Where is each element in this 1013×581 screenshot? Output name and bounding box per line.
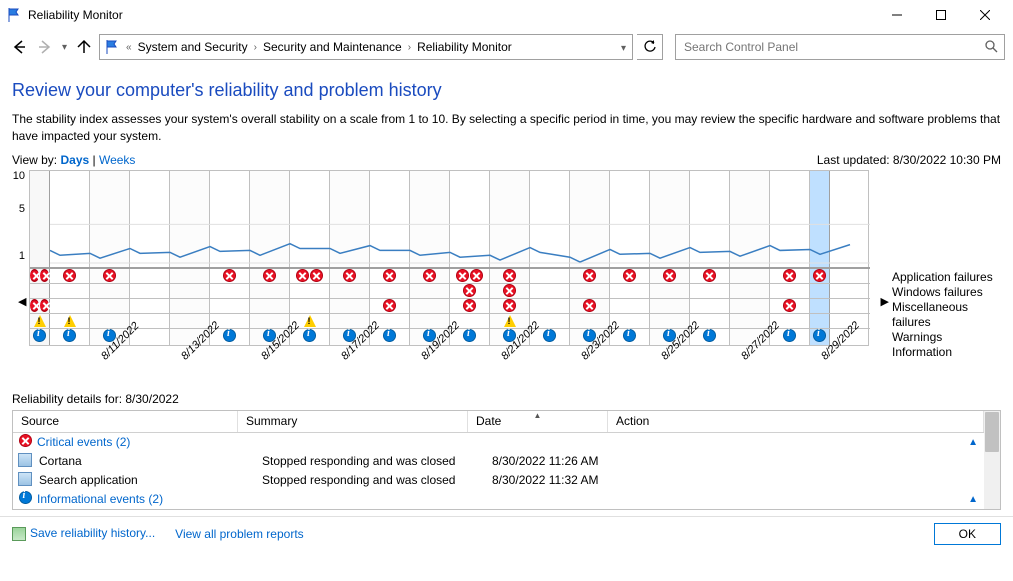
chart-scroll-left[interactable]: ◀ (18, 295, 26, 308)
chevron-right-icon: › (252, 42, 259, 53)
col-summary[interactable]: Summary (238, 411, 468, 432)
titlebar: Reliability Monitor (0, 0, 1013, 30)
detail-row[interactable]: Cortana Stopped responding and was close… (13, 452, 984, 471)
info-icon (19, 491, 32, 504)
breadcrumb-system-security[interactable]: System and Security (134, 40, 252, 54)
legend-warnings: Warnings (892, 330, 1001, 345)
chevron-right-icon: › (406, 42, 413, 53)
view-weeks-link[interactable]: Weeks (99, 153, 135, 167)
minimize-button[interactable] (875, 1, 919, 29)
page-description: The stability index assesses your system… (12, 111, 1001, 145)
scrollbar-thumb[interactable] (985, 412, 999, 452)
save-icon (12, 527, 26, 541)
details-column-headers: Source Summary ▲Date Action (13, 411, 984, 433)
last-updated-label: Last updated: 8/30/2022 10:30 PM (817, 153, 1001, 167)
nav-history-dropdown[interactable]: ▾ (60, 42, 69, 53)
save-history-link[interactable]: Save reliability history... (30, 526, 155, 540)
details-scrollbar[interactable] (984, 411, 1000, 509)
collapse-icon[interactable]: ▲ (968, 494, 978, 505)
col-source[interactable]: Source (13, 411, 238, 432)
legend-misc-failures: Miscellaneous failures (892, 300, 1001, 330)
window-title: Reliability Monitor (28, 8, 123, 22)
search-box[interactable] (675, 34, 1005, 60)
error-icon (19, 434, 32, 447)
legend-application-failures: Application failures (892, 270, 1001, 285)
collapse-icon[interactable]: ▲ (968, 437, 978, 448)
content-area: Review your computer's reliability and p… (0, 64, 1013, 510)
sort-indicator-icon: ▲ (534, 411, 542, 420)
breadcrumb-security-maintenance[interactable]: Security and Maintenance (259, 40, 406, 54)
view-by-row: View by: Days | Weeks Last updated: 8/30… (12, 153, 1001, 167)
chart-grid[interactable] (29, 170, 869, 346)
reliability-chart: 10 5 1 ◀ ▶ 8/11/20228/13/20228/15/20228/… (12, 170, 1001, 386)
nav-up-button[interactable] (73, 36, 95, 58)
close-button[interactable] (963, 1, 1007, 29)
chevron-left-icon: « (124, 42, 134, 53)
nav-forward-button (34, 36, 56, 58)
legend-information: Information (892, 345, 1001, 360)
x-axis: 8/11/20228/13/20228/15/20228/17/20228/19… (49, 346, 869, 386)
col-date[interactable]: ▲Date (468, 411, 608, 432)
nav-back-button[interactable] (8, 36, 30, 58)
group-critical-events[interactable]: Critical events (2) ▲ (13, 433, 984, 452)
legend-windows-failures: Windows failures (892, 285, 1001, 300)
address-dropdown-icon[interactable]: ▾ (619, 43, 628, 54)
footer-bar: Save reliability history... View all pro… (0, 516, 1013, 551)
view-all-reports-link[interactable]: View all problem reports (175, 527, 304, 541)
ok-button[interactable]: OK (934, 523, 1001, 545)
col-action[interactable]: Action (608, 411, 984, 432)
view-by-label: View by: (12, 153, 57, 167)
breadcrumb-reliability-monitor[interactable]: Reliability Monitor (413, 40, 516, 54)
reliability-flag-icon (6, 7, 22, 23)
address-bar[interactable]: « System and Security › Security and Mai… (99, 34, 633, 60)
details-header: Reliability details for: 8/30/2022 (12, 386, 1001, 410)
detail-row[interactable]: Search application Stopped responding an… (13, 471, 984, 490)
details-panel: Source Summary ▲Date Action Critical eve… (12, 410, 1001, 510)
group-informational-events[interactable]: Informational events (2) ▲ (13, 490, 984, 509)
refresh-button[interactable] (637, 34, 663, 60)
search-icon[interactable] (984, 39, 998, 56)
navigation-bar: ▾ « System and Security › Security and M… (0, 30, 1013, 64)
search-input[interactable] (682, 39, 984, 55)
chart-scroll-right[interactable]: ▶ (881, 295, 889, 308)
page-title: Review your computer's reliability and p… (12, 80, 1001, 101)
chart-legend: Application failures Windows failures Mi… (892, 170, 1001, 386)
address-flag-icon (104, 39, 120, 55)
app-icon (18, 453, 32, 467)
view-days-link[interactable]: Days (60, 153, 89, 167)
maximize-button[interactable] (919, 1, 963, 29)
app-icon (18, 472, 32, 486)
